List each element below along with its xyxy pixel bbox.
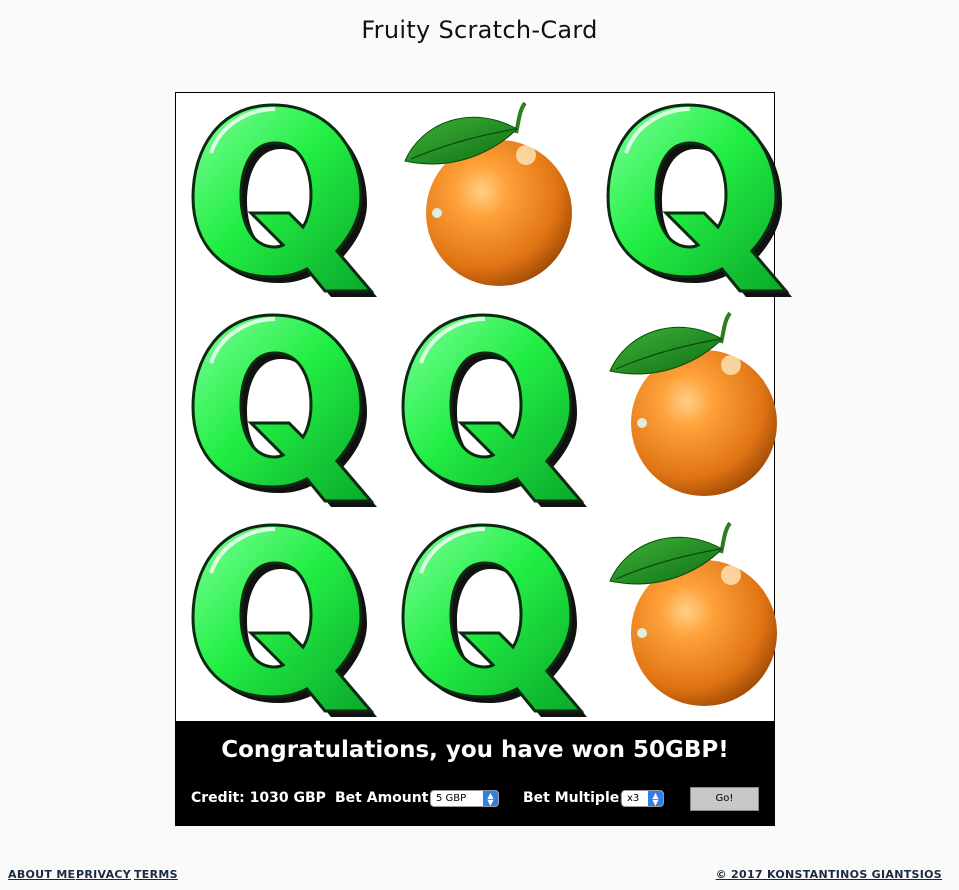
credit-display: Credit: 1030 GBP bbox=[191, 790, 326, 806]
select-arrows-icon: ▲ ▼ bbox=[483, 791, 498, 807]
scratch-cell[interactable] bbox=[391, 93, 591, 303]
scratch-cell[interactable] bbox=[181, 93, 381, 303]
bet-amount-select[interactable]: 5 GBP ▲ ▼ bbox=[430, 790, 499, 807]
go-button[interactable]: Go! bbox=[690, 787, 759, 811]
q-icon bbox=[596, 93, 796, 303]
q-icon bbox=[391, 303, 591, 513]
orange-icon bbox=[596, 303, 796, 513]
control-panel: Congratulations, you have won 50GBP! Cre… bbox=[176, 721, 774, 825]
page-title: Fruity Scratch-Card bbox=[361, 16, 598, 44]
scratch-cell[interactable] bbox=[596, 93, 796, 303]
bet-multiple-label: Bet Multiple: bbox=[523, 790, 625, 806]
orange-icon bbox=[391, 93, 591, 303]
bet-amount-label: Bet Amount: bbox=[335, 790, 434, 806]
select-arrows-icon: ▲ ▼ bbox=[648, 791, 663, 807]
bet-multiple-value: x3 bbox=[627, 793, 640, 804]
footer-link-about[interactable]: ABOUT ME bbox=[8, 868, 75, 881]
scratch-cell[interactable] bbox=[391, 513, 591, 723]
symbol-grid bbox=[176, 93, 792, 723]
controls-row: Credit: 1030 GBP Bet Amount: 5 GBP ▲ ▼ Be… bbox=[176, 787, 774, 813]
scratch-cell[interactable] bbox=[181, 303, 381, 513]
orange-icon bbox=[596, 513, 796, 723]
scratch-card: Congratulations, you have won 50GBP! Cre… bbox=[175, 92, 792, 826]
scratch-cell[interactable] bbox=[181, 513, 381, 723]
scratch-cell[interactable] bbox=[596, 303, 796, 513]
bet-amount-value: 5 GBP bbox=[436, 793, 467, 804]
scratch-cell[interactable] bbox=[596, 513, 796, 723]
footer-link-terms[interactable]: TERMS bbox=[134, 868, 178, 881]
footer-link-privacy[interactable]: PRIVACY bbox=[76, 868, 131, 881]
scratch-cell[interactable] bbox=[391, 303, 591, 513]
bet-multiple-select[interactable]: x3 ▲ ▼ bbox=[621, 790, 664, 807]
footer-copyright[interactable]: © 2017 KONSTANTINOS GIANTSIOS bbox=[716, 868, 942, 881]
q-icon bbox=[181, 303, 381, 513]
result-message: Congratulations, you have won 50GBP! bbox=[221, 737, 729, 763]
q-icon bbox=[181, 513, 381, 723]
q-icon bbox=[181, 93, 381, 303]
q-icon bbox=[391, 513, 591, 723]
